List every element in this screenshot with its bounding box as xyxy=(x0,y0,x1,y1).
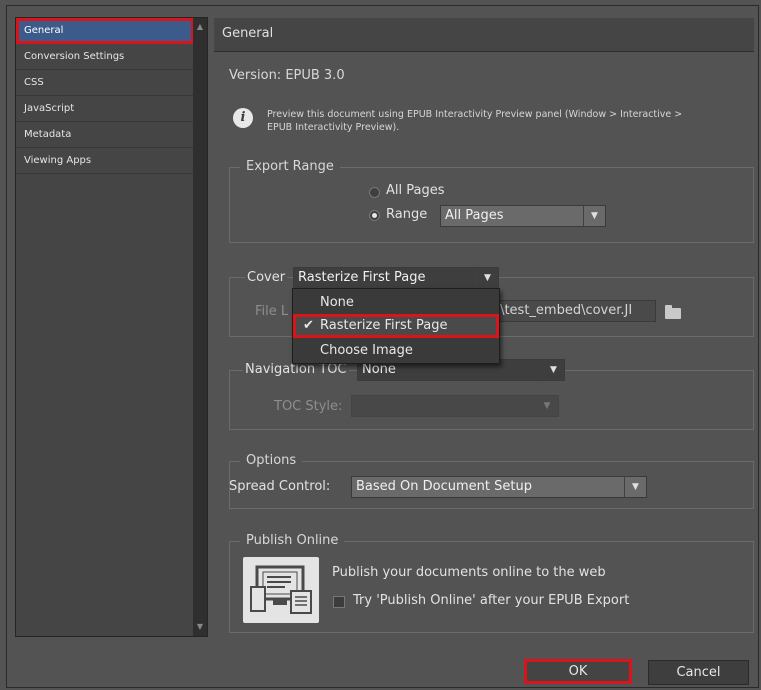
sidebar-item-javascript[interactable]: JavaScript xyxy=(16,96,194,122)
cover-select-value: Rasterize First Page xyxy=(298,270,426,285)
sidebar-item-general[interactable]: General xyxy=(16,18,194,44)
chevron-down-icon: ▼ xyxy=(583,206,605,226)
chevron-down-icon: ▼ xyxy=(542,360,564,380)
cover-dropdown-menu: None ✔ Rasterize First Page Choose Image xyxy=(292,288,500,364)
ok-button[interactable]: OK xyxy=(524,659,632,684)
range-select[interactable]: All Pages ▼ xyxy=(440,205,606,227)
all-pages-radio[interactable] xyxy=(369,187,380,198)
publish-online-checkbox-label[interactable]: Try 'Publish Online' after your EPUB Exp… xyxy=(353,593,629,608)
spread-control-label: Spread Control: xyxy=(229,479,331,494)
all-pages-label: All Pages xyxy=(386,183,445,198)
file-location-label: File L xyxy=(255,304,289,319)
cover-file-value: )\test_embed\cover.JI xyxy=(495,303,633,318)
info-text-line-1: Preview this document using EPUB Interac… xyxy=(267,109,683,120)
cover-legend: Cover xyxy=(245,270,288,285)
menu-item-none[interactable]: None xyxy=(293,292,499,316)
sidebar-scrollbar[interactable]: ▲ ▼ xyxy=(193,18,207,636)
info-text: Preview this document using EPUB Interac… xyxy=(267,108,747,134)
scroll-up-icon[interactable]: ▲ xyxy=(193,20,207,34)
spread-control-value: Based On Document Setup xyxy=(356,479,532,494)
publish-online-icon xyxy=(243,557,319,623)
toc-style-select[interactable]: ▼ xyxy=(351,395,559,417)
sidebar-item-metadata[interactable]: Metadata xyxy=(16,122,194,148)
cover-file-field[interactable]: )\test_embed\cover.JI xyxy=(490,300,656,322)
chevron-down-icon: ▼ xyxy=(624,477,646,497)
publish-online-description: Publish your documents online to the web xyxy=(332,565,606,580)
range-select-value: All Pages xyxy=(445,208,504,223)
folder-icon[interactable] xyxy=(665,305,681,319)
range-radio[interactable] xyxy=(369,210,380,221)
cancel-button[interactable]: Cancel xyxy=(648,660,749,685)
info-icon: i xyxy=(233,108,253,128)
sidebar-item-viewing-apps[interactable]: Viewing Apps xyxy=(16,148,194,174)
version-label: Version: EPUB 3.0 xyxy=(229,68,345,83)
check-icon: ✔ xyxy=(303,318,314,333)
menu-item-label: Choose Image xyxy=(320,343,413,358)
toc-style-label: TOC Style: xyxy=(274,399,343,414)
chevron-down-icon: ▼ xyxy=(476,268,498,288)
navigation-toc-legend: Navigation TOC xyxy=(243,362,349,377)
menu-item-rasterize-first-page[interactable]: ✔ Rasterize First Page xyxy=(293,314,499,338)
cover-select[interactable]: Rasterize First Page ▼ xyxy=(293,267,499,289)
menu-item-label: None xyxy=(320,295,354,310)
options-legend: Options xyxy=(240,453,303,468)
range-label: Range xyxy=(386,207,428,222)
spread-control-select[interactable]: Based On Document Setup ▼ xyxy=(351,476,647,498)
scroll-down-icon[interactable]: ▼ xyxy=(193,620,207,634)
page-title: General xyxy=(222,26,274,41)
sidebar: General Conversion Settings CSS JavaScri… xyxy=(15,17,208,637)
export-range-legend: Export Range xyxy=(240,159,340,174)
chevron-down-icon: ▼ xyxy=(543,401,551,411)
publish-online-legend: Publish Online xyxy=(240,533,345,548)
navigation-toc-value: None xyxy=(362,362,396,377)
menu-item-label: Rasterize First Page xyxy=(320,318,448,333)
publish-online-checkbox[interactable] xyxy=(333,596,345,608)
sidebar-item-css[interactable]: CSS xyxy=(16,70,194,96)
menu-item-choose-image[interactable]: Choose Image xyxy=(293,340,499,364)
sidebar-item-conversion-settings[interactable]: Conversion Settings xyxy=(16,44,194,70)
panel-header: General xyxy=(214,18,754,52)
info-text-line-2: EPUB Interactivity Preview). xyxy=(267,122,400,133)
sidebar-list: General Conversion Settings CSS JavaScri… xyxy=(16,18,194,636)
